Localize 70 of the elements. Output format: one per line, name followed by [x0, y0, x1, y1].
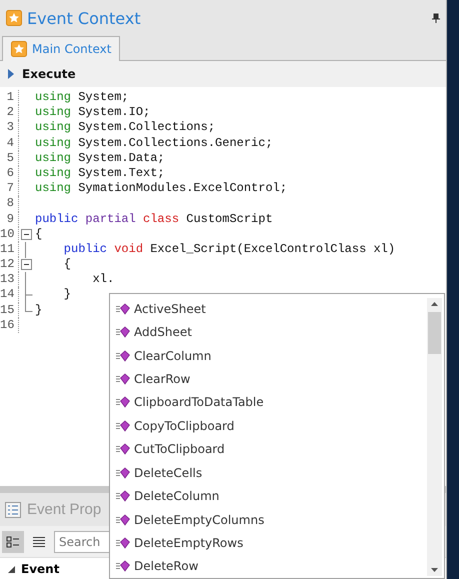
completion-item[interactable]: ClipboardToDataTable — [110, 390, 427, 414]
code-line: using System.Collections; — [34, 120, 216, 136]
line-number: 1 — [0, 90, 19, 106]
completion-item[interactable]: CutToClipboard — [110, 438, 427, 461]
pin-icon[interactable] — [432, 13, 440, 23]
caret-icon[interactable] — [8, 566, 15, 572]
completion-item[interactable]: CopyToClipboard — [110, 414, 427, 438]
line-number: 4 — [0, 136, 19, 151]
method-icon — [116, 514, 130, 526]
code-line: using System.Text; — [34, 166, 165, 182]
code-line: { — [34, 226, 42, 242]
line-number: 12 — [0, 257, 19, 272]
completion-item[interactable]: DeleteColumn — [110, 484, 427, 508]
method-icon — [116, 443, 130, 456]
code-line: public partial class CustomScript — [34, 212, 273, 227]
line-number: 10 — [0, 226, 19, 242]
method-icon — [116, 466, 130, 479]
method-icon — [116, 326, 130, 338]
execute-button[interactable]: Execute — [22, 67, 76, 81]
search-field[interactable]: Search — [54, 530, 111, 552]
line-number: 7 — [0, 181, 19, 196]
line-number: 9 — [0, 212, 19, 227]
list-icon — [5, 502, 21, 518]
play-icon — [8, 69, 14, 79]
code-line: } — [34, 302, 42, 318]
code-line: public void Excel_Script(ExcelControlClass xl) — [62, 242, 396, 258]
fold-minus-icon[interactable] — [21, 228, 32, 240]
completion-item[interactable]: DeleteCells — [110, 460, 427, 484]
line-number: 13 — [0, 272, 19, 288]
method-icon — [116, 372, 130, 385]
line-number: 14 — [0, 287, 19, 303]
code-line: using System; — [34, 90, 129, 106]
panel-title: Event Context — [27, 8, 142, 28]
fold-line-icon — [25, 242, 26, 258]
group-label: Event — [21, 562, 60, 576]
line-number: 6 — [0, 166, 19, 182]
completion-item[interactable]: ClearColumn — [110, 344, 427, 368]
completion-item[interactable]: ClearRow — [110, 367, 427, 391]
method-icon — [116, 490, 130, 502]
fold-minus-icon[interactable] — [21, 259, 32, 270]
line-number: 16 — [0, 318, 19, 333]
line-number: 15 — [0, 302, 19, 318]
scrollbar-thumb[interactable] — [428, 312, 441, 354]
panel-title: Event Prop — [27, 501, 102, 518]
code-line: using System.IO; — [34, 105, 150, 120]
code-line: } — [62, 287, 72, 303]
completion-item[interactable]: DeleteEmptyColumns — [110, 508, 427, 532]
method-icon — [116, 536, 130, 549]
line-number: 3 — [0, 120, 19, 136]
line-number: 8 — [0, 196, 19, 212]
line-number: 11 — [0, 242, 19, 258]
line-number: 5 — [0, 150, 19, 166]
method-icon — [116, 396, 130, 408]
code-line: xl. — [92, 272, 114, 288]
method-icon — [116, 302, 130, 315]
categorized-icon[interactable] — [2, 530, 24, 552]
completion-item[interactable]: ActiveSheet — [110, 297, 427, 320]
code-line: using System.Data; — [34, 150, 165, 166]
code-line: using System.Collections.Generic; — [34, 136, 273, 151]
code-line: { — [62, 257, 72, 272]
method-icon — [116, 350, 130, 362]
fold-line-icon — [25, 272, 26, 288]
code-line: using SymationModules.ExcelControl; — [34, 181, 288, 196]
method-icon — [116, 560, 130, 572]
method-icon — [116, 420, 130, 432]
tab[interactable]: Main Context — [2, 36, 120, 61]
line-number: 2 — [0, 105, 19, 120]
completion-item[interactable]: DeleteRow — [110, 554, 427, 578]
completion-item[interactable]: AddSheet — [110, 320, 427, 344]
completion-item[interactable]: DeleteEmptyRows — [110, 531, 427, 555]
